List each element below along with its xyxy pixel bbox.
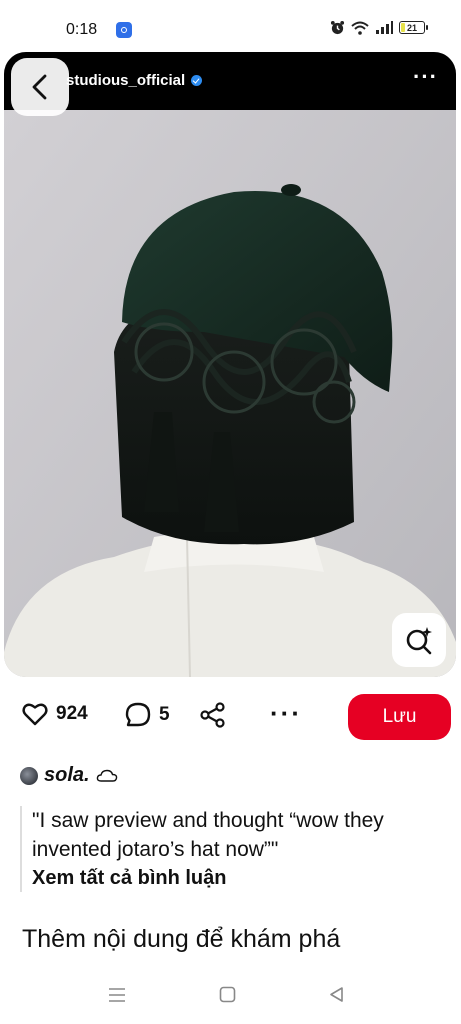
share-button[interactable] (200, 702, 226, 728)
comment-text: "I saw preview and thought “wow they inv… (32, 809, 384, 861)
heart-icon (22, 703, 48, 726)
cloud-icon (96, 769, 117, 782)
back-arrow-icon (32, 74, 47, 100)
visual-search-icon (406, 627, 432, 655)
visual-search-button[interactable] (392, 613, 446, 667)
comment-author[interactable]: sola. (20, 764, 118, 787)
creator-username[interactable]: studious_official (66, 72, 185, 89)
comment-button[interactable]: 5 (125, 702, 170, 728)
wifi-icon (351, 21, 369, 35)
alarm-icon (330, 20, 345, 35)
notification-app-icon (116, 22, 132, 38)
more-horizontal-icon: ··· (270, 698, 302, 728)
pin-card[interactable]: studious_official ··· (4, 52, 456, 677)
status-icons: 21 (330, 20, 428, 35)
action-bar: 924 5 ··· Lưu (0, 692, 461, 742)
signal-icon (376, 21, 393, 34)
battery-icon: 21 (399, 21, 428, 34)
creator-name[interactable]: studious_official (66, 72, 203, 89)
verified-badge-icon (191, 75, 203, 86)
comment-count: 5 (159, 704, 170, 725)
like-button[interactable]: 924 (22, 702, 88, 726)
avatar[interactable] (20, 766, 38, 785)
home-icon[interactable] (219, 986, 236, 1003)
more-to-explore-heading: Thêm nội dung để khám phá (22, 925, 341, 953)
comment-bubble-icon (125, 702, 151, 727)
system-nav-bar (0, 974, 461, 1024)
like-count: 924 (56, 703, 88, 724)
more-horizontal-icon[interactable]: ··· (413, 66, 438, 88)
battery-level-text: 21 (406, 22, 417, 33)
status-bar: 0:18 21 (0, 0, 461, 54)
pin-image[interactable] (4, 52, 456, 677)
back-button[interactable] (11, 58, 69, 116)
more-options-button[interactable]: ··· (270, 698, 302, 729)
menu-icon[interactable] (108, 986, 126, 1004)
share-icon (200, 702, 225, 728)
see-all-comments-link[interactable]: Xem tất cả bình luận (32, 864, 452, 892)
pin-header: studious_official ··· (4, 52, 456, 110)
comment-author-name[interactable]: sola. (44, 764, 90, 787)
comment-preview[interactable]: "I saw preview and thought “wow they inv… (20, 806, 452, 892)
status-time: 0:18 (66, 21, 98, 38)
back-icon[interactable] (328, 986, 345, 1003)
save-button[interactable]: Lưu (348, 694, 451, 740)
